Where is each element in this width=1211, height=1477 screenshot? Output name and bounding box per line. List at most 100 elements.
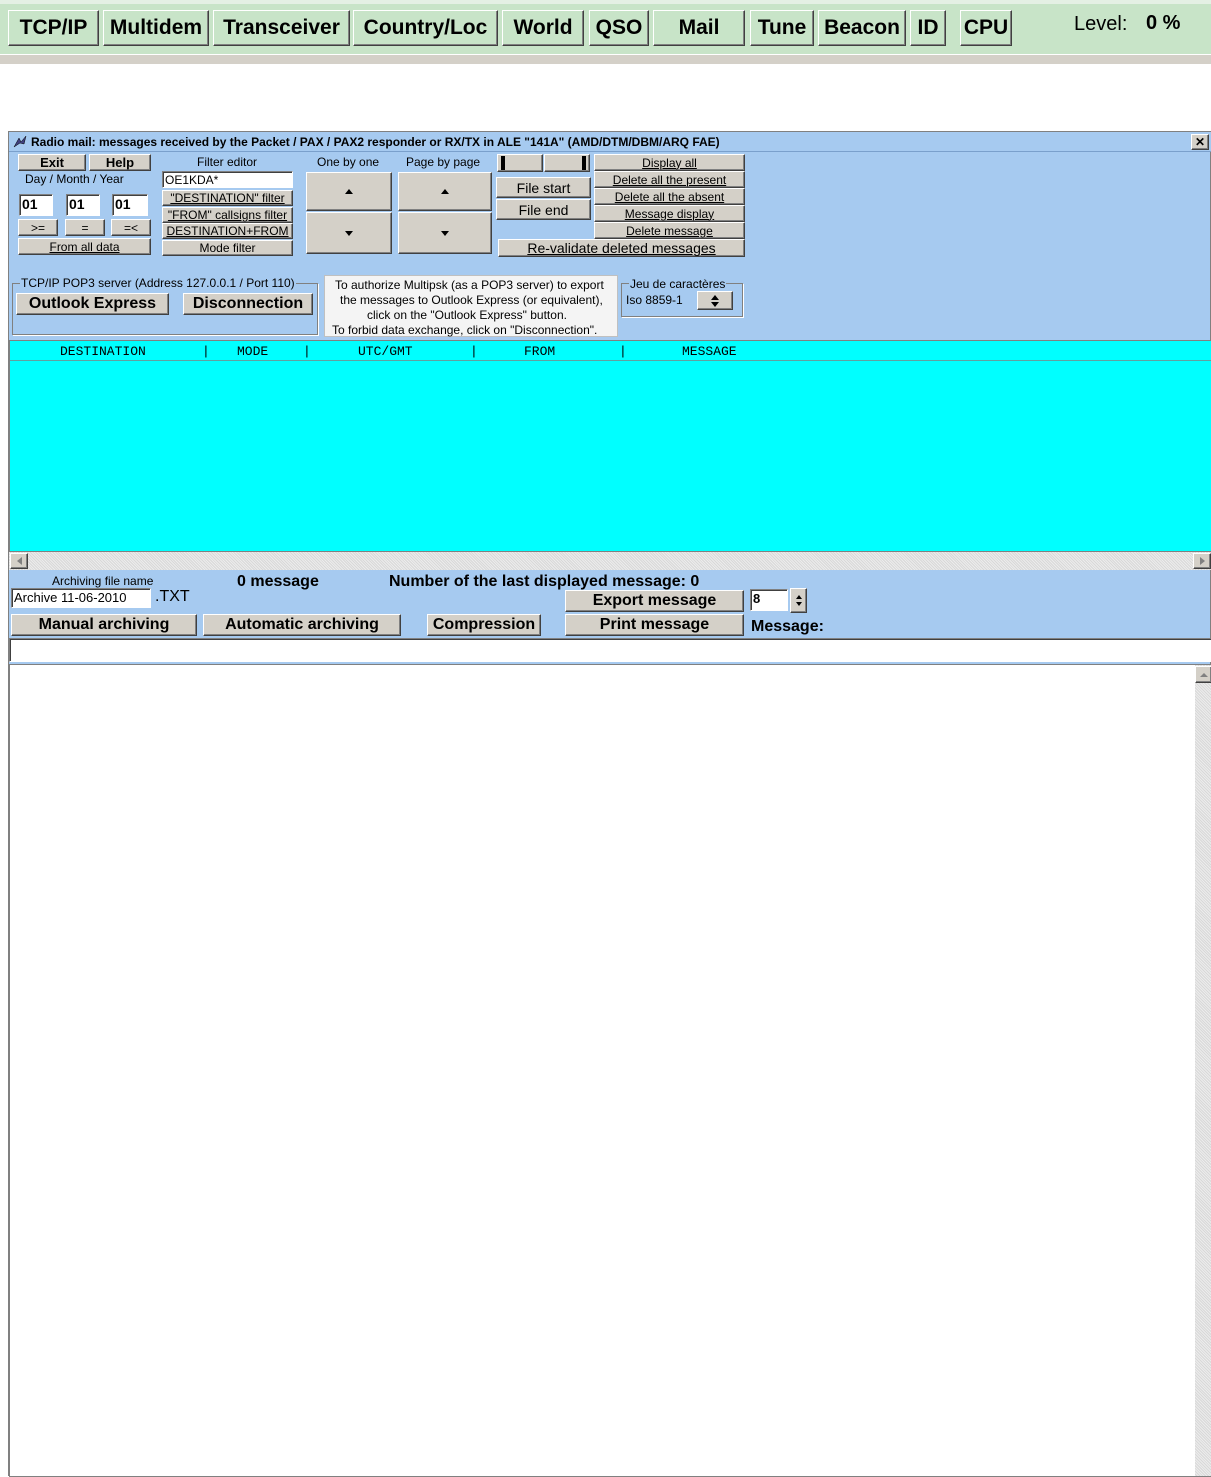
outlook-express-button[interactable]: Outlook Express	[16, 293, 169, 315]
page-by-page-down-button[interactable]	[398, 212, 492, 254]
exit-button[interactable]: Exit	[18, 154, 86, 171]
horizontal-scrollbar[interactable]	[9, 552, 1211, 570]
manual-archiving-button[interactable]: Manual archiving	[11, 614, 197, 636]
message-label: Message:	[751, 618, 824, 635]
archive-file-name-input[interactable]: Archive 11-06-2010	[11, 588, 151, 608]
month-field[interactable]: 01	[66, 194, 100, 216]
col-from: FROM	[524, 344, 556, 359]
scroll-up-button[interactable]	[1195, 666, 1211, 683]
message-number-spinner[interactable]	[790, 588, 807, 613]
archive-file-name-label: Archiving file name	[52, 574, 154, 588]
col-sep2: |	[303, 344, 311, 359]
one-by-one-down-button[interactable]	[306, 212, 392, 254]
spinner-down-icon	[711, 301, 719, 307]
toolbar-button-tune[interactable]: Tune	[750, 10, 814, 46]
archive-extension: .TXT	[155, 588, 190, 605]
page-by-page-up-button[interactable]	[398, 172, 492, 211]
toolbar-button-world[interactable]: World	[502, 10, 584, 46]
vertical-scrollbar[interactable]	[1195, 665, 1211, 1476]
pop3-info-box: To authorize Multipsk (as a POP3 server)…	[324, 275, 618, 337]
export-message-button[interactable]: Export message	[565, 590, 744, 612]
toolbar-second-row	[0, 54, 1211, 64]
destination-from-button[interactable]: DESTINATION+FROM	[162, 223, 293, 239]
pop3-group-label: TCP/IP POP3 server (Address 127.0.0.1 / …	[20, 276, 296, 290]
list-header: DESTINATION | MODE | UTC/GMT | FROM | ME…	[10, 341, 1211, 361]
scroll-left-icon	[16, 557, 22, 565]
col-utc: UTC/GMT	[358, 344, 413, 359]
disconnection-button[interactable]: Disconnection	[183, 293, 313, 315]
pop3-info-line3: click on the "Outlook Express" button.	[367, 308, 567, 322]
toolbar-button-id[interactable]: ID	[910, 10, 946, 46]
toolbar-button-country-loc[interactable]: Country/Loc	[353, 10, 498, 46]
toolbar-button-multidem[interactable]: Multidem	[103, 10, 209, 46]
automatic-archiving-button[interactable]: Automatic archiving	[203, 614, 401, 636]
col-mode: MODE	[237, 344, 269, 359]
message-list[interactable]: DESTINATION | MODE | UTC/GMT | FROM | ME…	[9, 340, 1211, 552]
scroll-up-icon	[1199, 672, 1208, 677]
last-record-button[interactable]	[544, 154, 590, 172]
charset-value: Iso 8859-1	[626, 293, 683, 307]
last-displayed-message: Number of the last displayed message: 0	[389, 573, 700, 590]
top-toolbar: TCP/IP Multidem Transceiver Country/Loc Worl…	[0, 0, 1211, 64]
spinner-up-icon	[711, 294, 719, 300]
mode-filter-button[interactable]: Mode filter	[162, 240, 293, 256]
file-end-button[interactable]: File end	[496, 199, 591, 220]
year-field[interactable]: 01	[112, 194, 148, 216]
message-line-field[interactable]	[9, 638, 1211, 662]
arrow-up-icon	[441, 189, 449, 194]
delete-present-button[interactable]: Delete all the present	[594, 171, 745, 188]
toolbar-button-qso[interactable]: QSO	[589, 10, 649, 46]
level-value: 0 %	[1146, 12, 1181, 34]
destination-filter-button[interactable]: "DESTINATION" filter	[162, 190, 293, 206]
title-bar: Radio mail: messages received by the Pac…	[9, 132, 1211, 152]
day-field[interactable]: 01	[19, 194, 53, 216]
toolbar-button-transceiver[interactable]: Transceiver	[213, 10, 350, 46]
one-by-one-up-button[interactable]	[306, 172, 392, 211]
first-record-button[interactable]	[497, 154, 543, 172]
delete-message-button[interactable]: Delete message	[594, 222, 745, 239]
page-by-page-label: Page by page	[406, 155, 481, 169]
compression-button[interactable]: Compression	[427, 614, 541, 636]
col-sep1: |	[202, 344, 210, 359]
charset-spinner[interactable]	[697, 291, 733, 310]
message-text-area[interactable]	[9, 664, 1211, 1477]
scroll-right-icon	[1199, 557, 1205, 565]
pop3-info-line2: the messages to Outlook Express (or equi…	[340, 293, 603, 307]
eq-button[interactable]: =	[65, 219, 105, 236]
window-title: Radio mail: messages received by the Pac…	[31, 135, 720, 149]
display-all-button[interactable]: Display all	[594, 154, 745, 171]
from-all-data-button[interactable]: From all data	[18, 238, 151, 255]
pop3-info-line4: To forbid data exchange, click on "Disco…	[332, 323, 598, 337]
delete-absent-button[interactable]: Delete all the absent	[594, 188, 745, 205]
bar-left-icon	[501, 156, 505, 170]
col-destination: DESTINATION	[60, 344, 146, 359]
file-start-button[interactable]: File start	[496, 177, 591, 198]
one-by-one-label: One by one	[317, 155, 380, 169]
arrow-up-icon	[345, 189, 353, 194]
spinner-up-icon	[795, 595, 802, 599]
spinner-down-icon	[795, 602, 802, 606]
from-filter-button[interactable]: "FROM" callsigns filter	[162, 207, 293, 223]
toolbar-button-mail[interactable]: Mail	[653, 10, 745, 46]
date-label: Day / Month / Year	[25, 172, 124, 186]
col-message: MESSAGE	[682, 344, 737, 359]
message-display-button[interactable]: Message display	[594, 205, 745, 222]
toolbar-button-beacon[interactable]: Beacon	[818, 10, 906, 46]
toolbar-button-tcp-ip[interactable]: TCP/IP	[8, 10, 99, 46]
close-button[interactable]: ✕	[1191, 134, 1209, 150]
scroll-left-button[interactable]	[10, 553, 28, 569]
filter-editor-label: Filter editor	[197, 155, 258, 169]
lte-button[interactable]: =<	[111, 219, 151, 236]
revalidate-button[interactable]: Re-validate deleted messages	[498, 239, 745, 257]
scroll-right-button[interactable]	[1193, 553, 1211, 569]
message-number-field[interactable]: 8	[750, 589, 788, 611]
app-icon	[13, 135, 27, 149]
arrow-down-icon	[345, 230, 353, 236]
filter-input[interactable]: OE1KDA*	[162, 171, 293, 188]
toolbar-button-cpu[interactable]: CPU	[960, 10, 1012, 46]
help-button[interactable]: Help	[89, 154, 151, 171]
col-sep3: |	[470, 344, 478, 359]
toolbar-top-line	[0, 0, 1211, 4]
gte-button[interactable]: >=	[18, 219, 58, 236]
print-message-button[interactable]: Print message	[565, 614, 744, 636]
